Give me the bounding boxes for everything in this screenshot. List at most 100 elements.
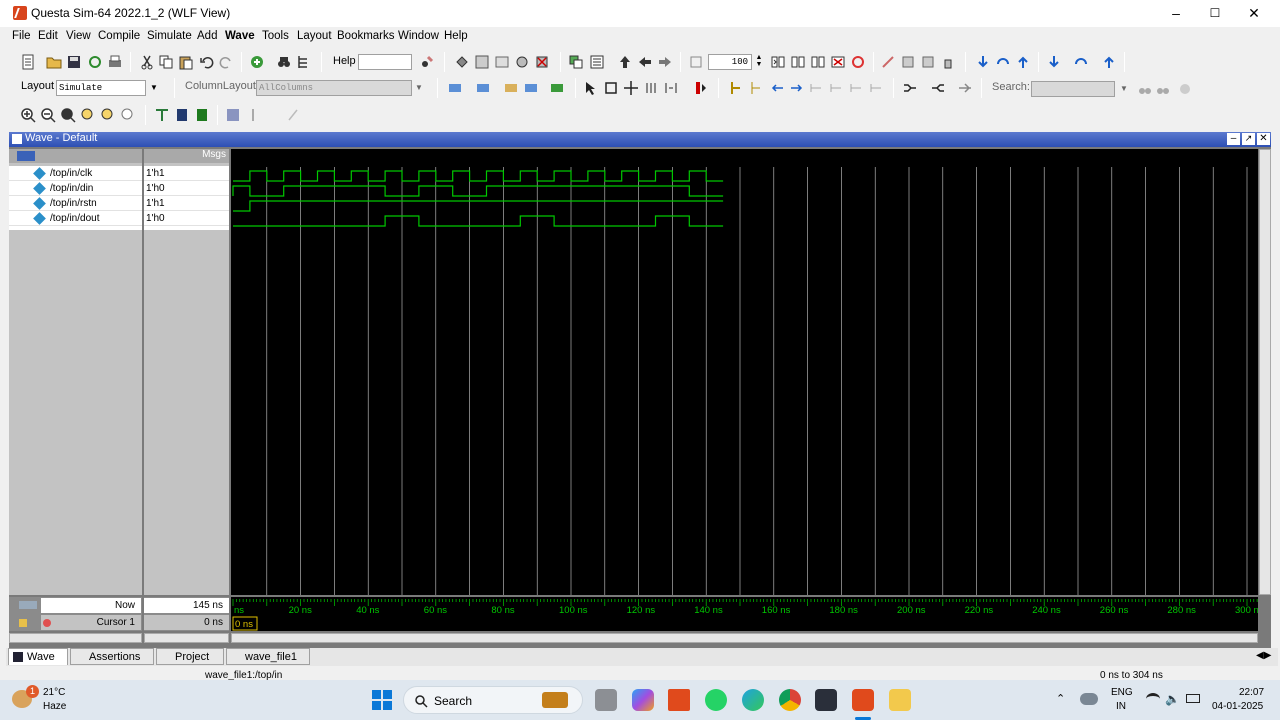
- signal-row[interactable]: /top/in/rstn: [9, 196, 142, 211]
- marker-clear-icon[interactable]: [285, 107, 301, 123]
- layout-select[interactable]: Simulate: [56, 80, 146, 96]
- print-icon[interactable]: [107, 54, 123, 70]
- volume-icon[interactable]: 🔈: [1165, 692, 1180, 706]
- simulate-icon[interactable]: [494, 54, 510, 70]
- menu-layout[interactable]: Layout: [297, 30, 332, 42]
- find-first-icon[interactable]: [848, 80, 864, 96]
- menu-tools[interactable]: Tools: [262, 30, 289, 42]
- step-into-current-icon[interactable]: [1046, 54, 1062, 70]
- cloud-weather-icon[interactable]: [1080, 693, 1098, 705]
- signal-row[interactable]: /top/in/clk: [9, 166, 142, 181]
- weather-widget[interactable]: 1: [12, 685, 39, 710]
- hand-icon[interactable]: [940, 54, 956, 70]
- tab-wave[interactable]: Wave ✕: [8, 648, 68, 679]
- step-into-icon[interactable]: [975, 54, 991, 70]
- cursor-mode-icon[interactable]: [663, 80, 679, 96]
- reload-icon[interactable]: [87, 54, 103, 70]
- questa-taskbar-icon[interactable]: [852, 689, 874, 711]
- group-icon[interactable]: [174, 107, 190, 123]
- step-out-icon[interactable]: [920, 54, 936, 70]
- left-arrow-icon[interactable]: [637, 54, 653, 70]
- layout-dropdown-icon[interactable]: ▼: [147, 81, 161, 95]
- language-label[interactable]: ENG: [1111, 687, 1133, 698]
- minimize-button[interactable]: –: [1161, 4, 1191, 22]
- zoom-in-icon[interactable]: [20, 107, 36, 123]
- right-arrow-icon[interactable]: [657, 54, 673, 70]
- wave-export-icon[interactable]: [549, 80, 565, 96]
- menu-wave[interactable]: Wave: [225, 30, 255, 42]
- wave-format-icon[interactable]: [475, 80, 491, 96]
- select-pointer-icon[interactable]: [582, 80, 598, 96]
- hierarchy-icon[interactable]: [296, 54, 312, 70]
- continue-icon[interactable]: [790, 54, 806, 70]
- restart-icon[interactable]: [850, 54, 866, 70]
- divider-add-icon[interactable]: [154, 107, 170, 123]
- stop-wave-icon[interactable]: [693, 80, 709, 96]
- help-search-icon[interactable]: [419, 54, 435, 70]
- tab-project[interactable]: Project ✕: [156, 648, 224, 679]
- search-options-icon[interactable]: [1177, 81, 1193, 97]
- wave-vertical-scrollbar[interactable]: [1259, 149, 1271, 595]
- delete-cursor-icon[interactable]: [748, 80, 764, 96]
- step-over-arrow-icon[interactable]: [995, 54, 1011, 70]
- insert-cursor-icon[interactable]: [728, 80, 744, 96]
- undo-icon[interactable]: [199, 54, 215, 70]
- new-file-icon[interactable]: [20, 54, 36, 70]
- pan-mode-icon[interactable]: [623, 80, 639, 96]
- stop-icon[interactable]: [534, 54, 550, 70]
- file-explorer-icon[interactable]: [889, 689, 911, 711]
- search-binoculars-icon[interactable]: [1137, 81, 1153, 97]
- waveform-din[interactable]: [232, 185, 724, 197]
- add-item-icon[interactable]: [249, 54, 265, 70]
- maximize-button[interactable]: ☐: [1200, 4, 1230, 22]
- clock-time[interactable]: 22:07: [1239, 687, 1264, 698]
- time-ruler[interactable]: ns 20 ns 40 ns 60 ns 80 ns 100 ns 120 ns 140 ns…: [231, 597, 1258, 631]
- collapse-icon[interactable]: [930, 80, 946, 96]
- menu-simulate[interactable]: Simulate: [147, 30, 192, 42]
- value-pane-scrollbar[interactable]: [144, 633, 229, 643]
- waveform-canvas[interactable]: [231, 149, 1258, 595]
- wave-search-input[interactable]: [1031, 81, 1115, 97]
- menu-file[interactable]: File: [12, 30, 31, 42]
- compile-all-icon[interactable]: [474, 54, 490, 70]
- tab-assertions[interactable]: Assertions ✕: [70, 648, 154, 679]
- clock-date[interactable]: 04-01-2025: [1212, 701, 1263, 712]
- find-next-icon[interactable]: [828, 80, 844, 96]
- terminal-icon[interactable]: [815, 689, 837, 711]
- marker-icon[interactable]: [245, 107, 261, 123]
- step-over-current-icon[interactable]: [1073, 54, 1089, 70]
- signal-row[interactable]: /top/in/dout: [9, 211, 142, 226]
- ungroup-icon[interactable]: [194, 107, 210, 123]
- panel-minimize-button[interactable]: –: [1227, 133, 1240, 145]
- compile-icon[interactable]: [454, 54, 470, 70]
- matlab-icon[interactable]: [668, 689, 690, 711]
- task-view-icon[interactable]: [595, 689, 617, 711]
- menu-help[interactable]: Help: [444, 30, 468, 42]
- panel-close-button[interactable]: ✕: [1257, 133, 1270, 145]
- list-icon[interactable]: [589, 54, 605, 70]
- start-windows-icon[interactable]: [371, 689, 393, 711]
- menu-window[interactable]: Window: [398, 30, 439, 42]
- signal-row[interactable]: /top/in/din: [9, 181, 142, 196]
- run-all-icon[interactable]: [810, 54, 826, 70]
- up-arrow-icon[interactable]: [617, 54, 633, 70]
- run-icon[interactable]: [770, 54, 786, 70]
- step-icon[interactable]: [880, 54, 896, 70]
- next-edge-icon[interactable]: [788, 80, 804, 96]
- zoom-last-icon[interactable]: [100, 107, 116, 123]
- save-icon[interactable]: [66, 54, 82, 70]
- waveform-dout[interactable]: [233, 215, 724, 227]
- break-icon[interactable]: [514, 54, 530, 70]
- dataflow-icon[interactable]: [957, 80, 973, 96]
- find-prev-icon[interactable]: [808, 80, 824, 96]
- tab-scroll-arrows[interactable]: ◀▶: [1256, 650, 1271, 661]
- wifi-icon[interactable]: [1146, 693, 1160, 705]
- zoom-full-icon[interactable]: [60, 107, 76, 123]
- help-search-input[interactable]: [358, 54, 412, 70]
- expand-icon[interactable]: [902, 80, 918, 96]
- wave-highlight-icon[interactable]: [503, 80, 519, 96]
- menu-add[interactable]: Add: [197, 30, 217, 42]
- copy-icon[interactable]: [158, 54, 174, 70]
- break-sim-icon[interactable]: [830, 54, 846, 70]
- edge-icon[interactable]: [742, 689, 764, 711]
